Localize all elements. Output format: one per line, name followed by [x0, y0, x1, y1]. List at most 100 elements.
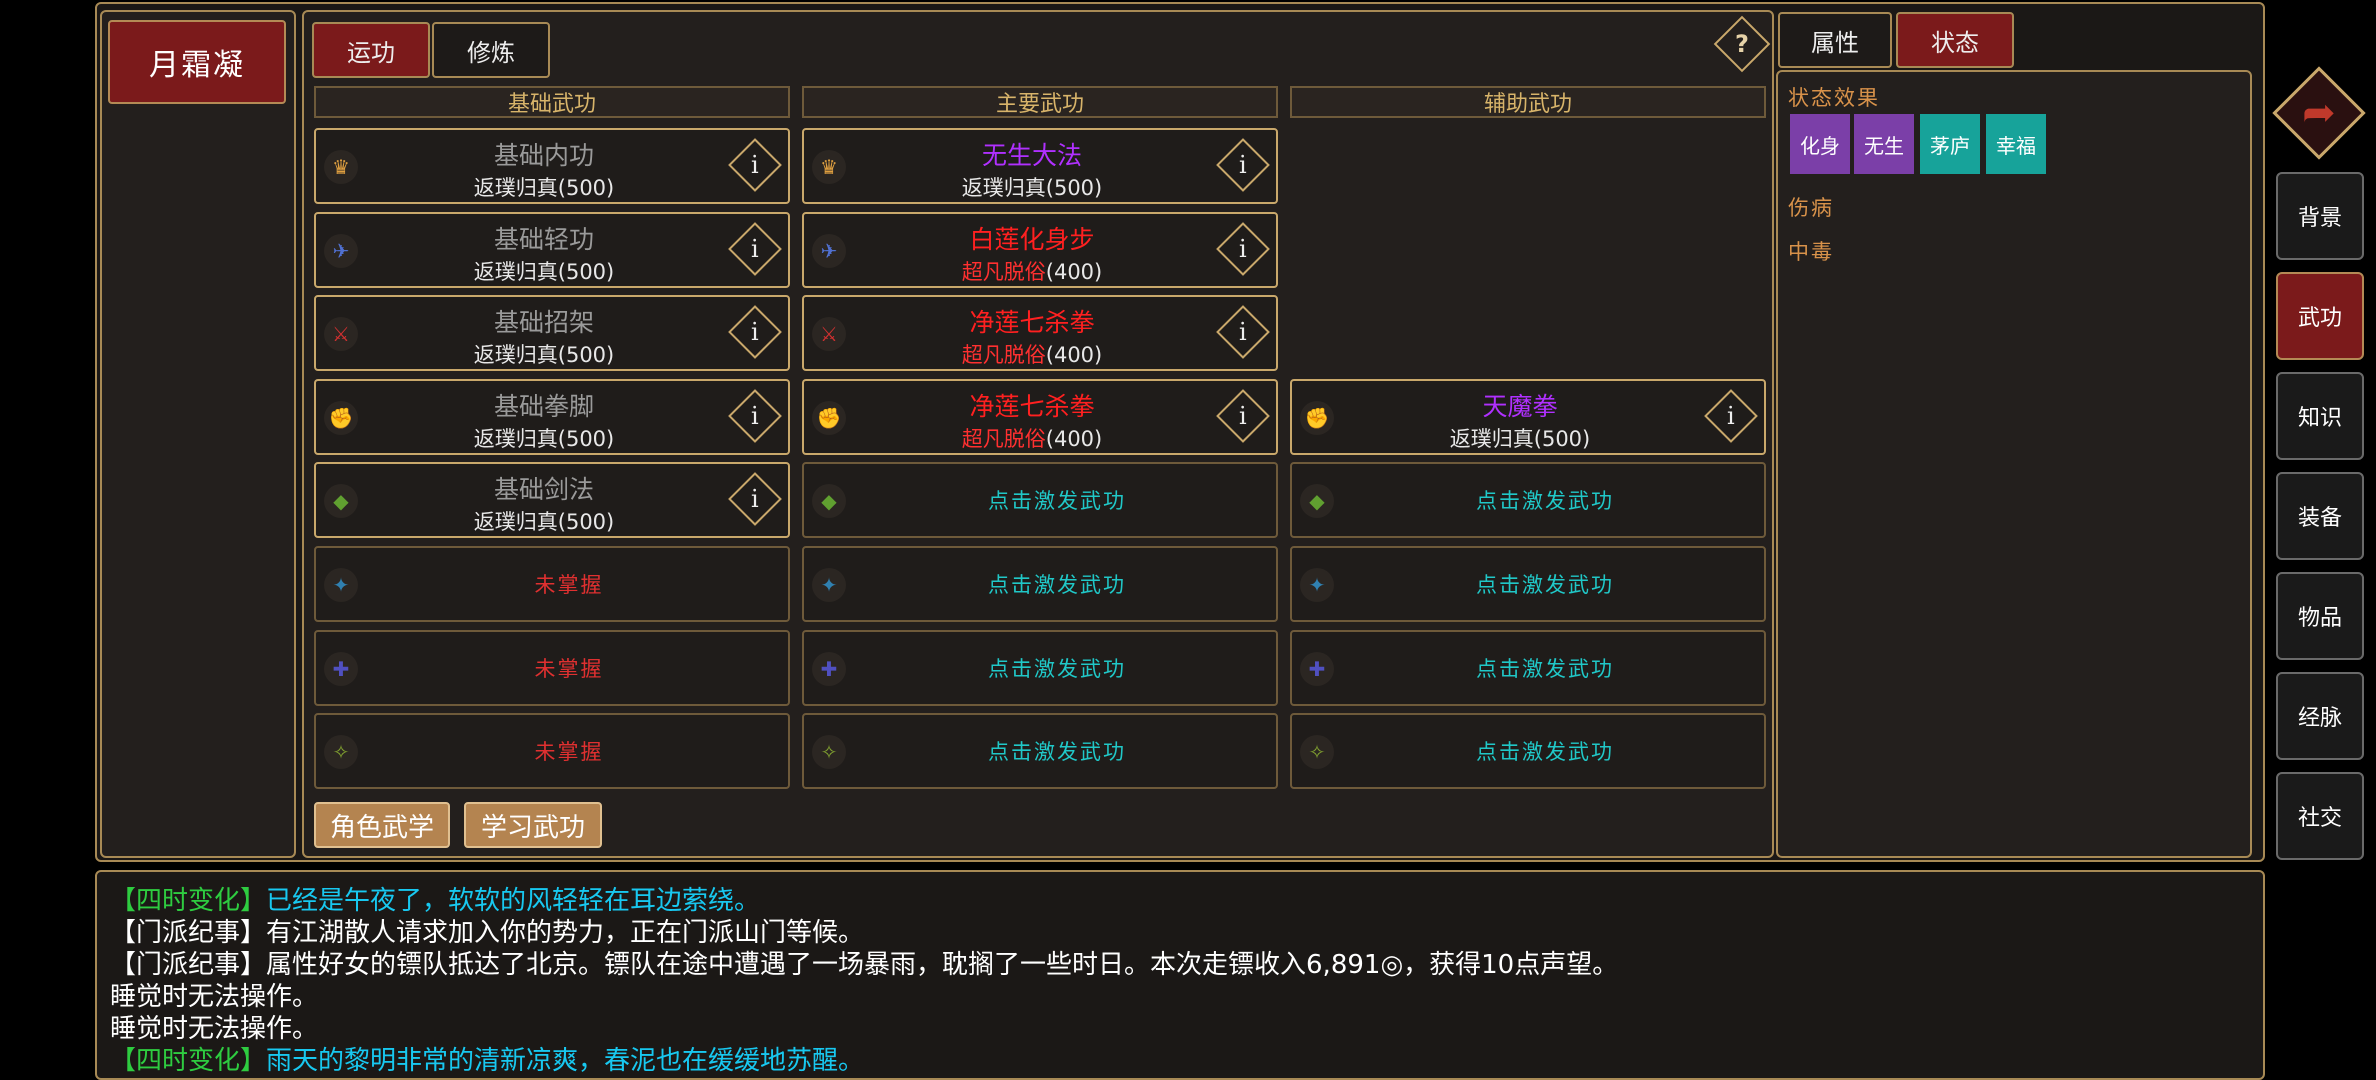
side-menu-item[interactable]: 武功 — [2276, 272, 2364, 360]
martial-slot-main[interactable]: ✧ 点击激发武功 — [802, 713, 1278, 790]
martial-slot-main[interactable]: ✈ 白莲化身步 超凡脱俗(400) i — [802, 211, 1278, 288]
martial-slot-aux[interactable]: ✦ 点击激发武功 — [1290, 546, 1766, 622]
martial-slot-main[interactable]: ✦ 点击激发武功 — [802, 546, 1278, 622]
injury-title: 伤病 — [1788, 196, 1834, 220]
martial-slot-basic[interactable]: ⚔ 基础招架返璞归真(500) i — [314, 295, 790, 372]
info-button[interactable]: i — [1216, 138, 1270, 192]
back-button[interactable]: ➦ — [2272, 66, 2366, 160]
status-badge[interactable]: 茅庐 — [1920, 114, 1980, 174]
qimen-icon: ✧ — [1300, 735, 1334, 770]
martial-level: 返璞归真(500) — [473, 176, 615, 200]
martial-name: 天魔拳 — [1482, 391, 1558, 421]
martial-slot-main[interactable]: ⚔ 净莲七杀拳 超凡脱俗(400) i — [802, 295, 1278, 372]
changbing-icon: ✚ — [1300, 651, 1334, 686]
tab-attributes[interactable]: 属性 — [1778, 12, 1892, 68]
neigong-icon: ♛ — [324, 150, 358, 184]
level-value: (400) — [1045, 343, 1103, 368]
info-button[interactable]: i — [728, 305, 782, 360]
tab-status[interactable]: 状态 — [1896, 12, 2014, 68]
activate-martial-label: 点击激发武功 — [988, 573, 1126, 597]
qinggong-icon: ✈ — [812, 233, 846, 268]
info-button[interactable]: i — [728, 472, 782, 527]
info-button[interactable]: i — [1216, 221, 1270, 276]
martial-slot-aux[interactable]: ✚ 点击激发武功 — [1290, 629, 1766, 706]
role-martial-button[interactable]: 角色武学 — [314, 802, 450, 848]
martial-slot-main[interactable]: ♛ 无生大法 返璞归真(500) i — [802, 128, 1278, 204]
info-button[interactable]: i — [728, 138, 782, 192]
martial-slot-aux[interactable]: ✧ 点击激发武功 — [1290, 713, 1766, 790]
column-header-main: 主要武功 — [802, 86, 1278, 118]
info-icon: i — [751, 401, 759, 430]
martial-slot-basic[interactable]: ✧ 未掌握 — [314, 713, 790, 790]
status-badge[interactable]: 化身 — [1790, 114, 1850, 174]
side-menu-item[interactable]: 经脉 — [2276, 672, 2364, 760]
side-menu-item[interactable]: 社交 — [2276, 772, 2364, 860]
martial-slot-basic[interactable]: ◆ 基础剑法 返璞归真(500) i — [314, 462, 790, 539]
left-panel — [100, 10, 296, 858]
side-menu-item[interactable]: 背景 — [2276, 172, 2364, 260]
info-button[interactable]: i — [728, 388, 782, 443]
zhaojia-icon: ⚔ — [812, 317, 846, 352]
martial-slot-basic[interactable]: ✚ 未掌握 — [314, 629, 790, 706]
martial-slot-aux[interactable]: ◆ 点击激发武功 — [1290, 462, 1766, 539]
log-text: 属性好女的镖队抵达了北京。镖队在途中遭遇了一场暴雨，耽搁了一些时日。本次走镖收入… — [266, 950, 1619, 980]
jianfa-icon: ◆ — [1300, 484, 1334, 519]
info-button[interactable]: i — [1216, 305, 1270, 360]
martial-slot-main[interactable]: ✊ 净莲七杀拳 超凡脱俗(400) i — [802, 378, 1278, 455]
info-button[interactable]: i — [1704, 388, 1758, 443]
log-line: 【门派纪事】属性好女的镖队抵达了北京。镖队在途中遭遇了一场暴雨，耽搁了一些时日。… — [110, 944, 1618, 981]
activate-martial-label: 点击激发武功 — [1476, 740, 1614, 765]
info-icon: i — [751, 485, 759, 514]
info-icon: i — [751, 151, 759, 179]
status-badge[interactable]: 幸福 — [1986, 114, 2046, 174]
martial-slot-main[interactable]: ✚ 点击激发武功 — [802, 629, 1278, 706]
side-menu-item[interactable]: 知识 — [2276, 372, 2364, 460]
info-icon: i — [1239, 401, 1247, 430]
level-value: (400) — [1045, 426, 1103, 451]
activate-martial-label: 点击激发武功 — [988, 656, 1126, 681]
info-icon: i — [1239, 318, 1247, 347]
martial-level: 返璞归真(500) — [473, 426, 615, 451]
martial-level: 超凡脱俗(400) — [848, 339, 1216, 369]
martial-level: 超凡脱俗(400) — [848, 423, 1216, 453]
back-arrow-icon: ➦ — [2302, 89, 2336, 136]
zhaojia-icon: ⚔ — [324, 317, 358, 352]
martial-slot-basic[interactable]: ♛ 基础内功 返璞归真(500) i — [314, 128, 790, 204]
neigong-icon: ♛ — [812, 150, 846, 184]
martial-slot-basic[interactable]: ✈ 基础轻功 返璞归真(500) i — [314, 211, 790, 288]
not-learned-label: 未掌握 — [534, 740, 604, 765]
poison-title: 中毒 — [1788, 240, 1834, 264]
status-badge[interactable]: 无生 — [1854, 114, 1914, 174]
changbing-icon: ✚ — [812, 651, 846, 686]
activate-martial-label: 点击激发武功 — [1476, 573, 1614, 597]
info-icon: i — [1727, 401, 1735, 430]
learn-martial-button[interactable]: 学习武功 — [464, 802, 602, 848]
side-menu-item[interactable]: 物品 — [2276, 572, 2364, 660]
info-icon: i — [751, 318, 759, 347]
jianfa-icon: ◆ — [324, 484, 358, 519]
daofa-icon: ✦ — [1300, 568, 1334, 602]
tab-yungong[interactable]: 运功 — [312, 22, 430, 78]
martial-slot-main[interactable]: ◆ 点击激发武功 — [802, 462, 1278, 539]
martial-name: 基础招架 — [493, 308, 594, 338]
side-menu-item[interactable]: 装备 — [2276, 472, 2364, 560]
tab-xiulian[interactable]: 修炼 — [432, 22, 550, 78]
martial-name: 白莲化身步 — [969, 224, 1095, 254]
martial-level: 返璞归真(500) — [473, 343, 615, 368]
changbing-icon: ✚ — [324, 651, 358, 686]
martial-name: 净莲七杀拳 — [969, 308, 1095, 338]
quanjiao-icon: ✊ — [324, 400, 358, 435]
quanjiao-icon: ✊ — [1300, 400, 1334, 435]
martial-slot-aux[interactable]: ✊ 天魔拳 返璞归真(500) i — [1290, 378, 1766, 455]
status-panel — [1776, 70, 2252, 858]
martial-name: 基础轻功 — [493, 224, 594, 254]
info-button[interactable]: i — [1216, 388, 1270, 443]
martial-slot-basic[interactable]: ✊ 基础拳脚返璞归真(500) i — [314, 378, 790, 455]
martial-level: 返璞归真(500) — [473, 510, 615, 535]
martial-slot-basic[interactable]: ✦ 未掌握 — [314, 546, 790, 622]
character-name[interactable]: 月霜凝 — [108, 20, 286, 104]
log-text: 雨天的黎明非常的清新凉爽，春泥也在缓缓地苏醒。 — [266, 1046, 865, 1076]
martial-name: 基础拳脚 — [493, 391, 594, 421]
info-button[interactable]: i — [728, 221, 782, 276]
status-effects-title: 状态效果 — [1788, 86, 1880, 110]
